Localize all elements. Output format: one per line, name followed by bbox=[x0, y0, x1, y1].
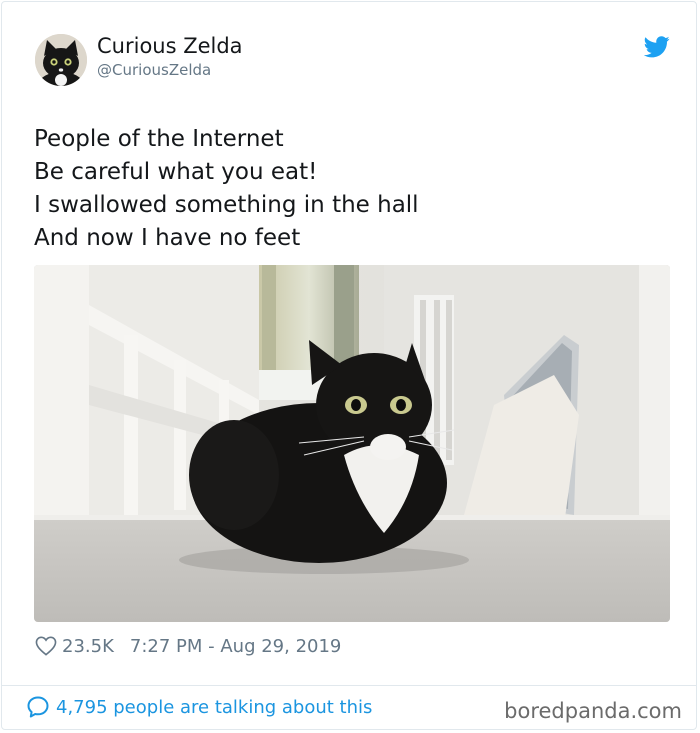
tweet-text-line: And now I have no feet bbox=[34, 225, 301, 251]
tweet-text-line: Be careful what you eat! bbox=[34, 159, 318, 185]
heart-icon[interactable] bbox=[35, 636, 57, 656]
tweet-text-line: I swallowed something in the hall bbox=[34, 192, 419, 218]
source-watermark: boredpanda.com bbox=[504, 699, 682, 723]
cat-photo bbox=[34, 265, 670, 622]
like-count[interactable]: 23.5K bbox=[62, 636, 114, 657]
tweet-text: People of the Internet Be careful what y… bbox=[34, 123, 654, 255]
tweet-timestamp[interactable]: 7:27 PM - Aug 29, 2019 bbox=[130, 636, 342, 657]
twitter-bird-icon[interactable] bbox=[644, 36, 670, 58]
speech-bubble-icon bbox=[27, 696, 49, 718]
author-handle[interactable]: @CuriousZelda bbox=[97, 61, 211, 79]
author-display-name[interactable]: Curious Zelda bbox=[97, 34, 243, 58]
conversation-text: 4,795 people are talking about this bbox=[56, 696, 373, 718]
tweet-photo[interactable] bbox=[34, 265, 670, 622]
black-cat-avatar-icon bbox=[35, 34, 87, 86]
tweet-meta: 23.5K 7:27 PM - Aug 29, 2019 bbox=[35, 633, 341, 659]
divider bbox=[2, 685, 696, 686]
tweet-card: Curious Zelda @CuriousZelda People of th… bbox=[1, 1, 697, 730]
conversation-link[interactable]: 4,795 people are talking about this bbox=[26, 695, 372, 719]
avatar[interactable] bbox=[35, 34, 87, 86]
tweet-text-line: People of the Internet bbox=[34, 126, 284, 152]
